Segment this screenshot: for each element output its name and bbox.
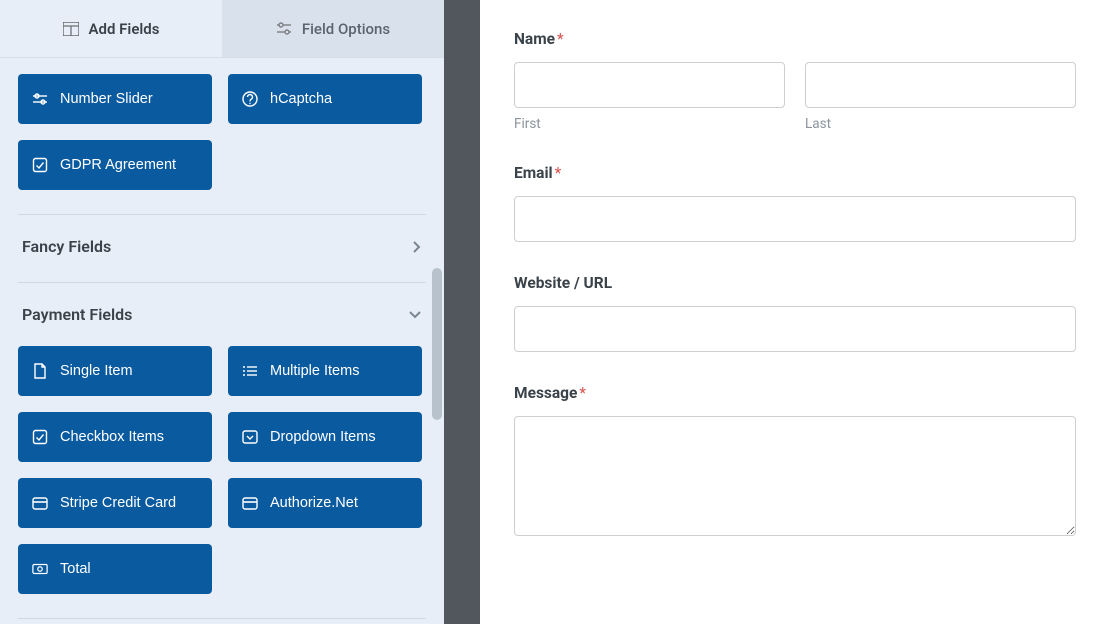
sidebar: Add Fields Field Options Number Slider hC… bbox=[0, 0, 444, 624]
payment-btn-stripe-credit-card[interactable]: Stripe Credit Card bbox=[18, 478, 212, 528]
field-name: Name* First Last bbox=[514, 30, 1076, 132]
input-message[interactable] bbox=[514, 416, 1076, 536]
field-label: hCaptcha bbox=[270, 91, 332, 107]
input-last-name[interactable] bbox=[805, 62, 1076, 108]
field-btn-gdpr-agreement[interactable]: GDPR Agreement bbox=[18, 140, 212, 190]
payment-btn-multiple-items[interactable]: Multiple Items bbox=[228, 346, 422, 396]
section-fancy-fields[interactable]: Fancy Fields bbox=[18, 215, 426, 278]
field-btn-number-slider[interactable]: Number Slider bbox=[18, 74, 212, 124]
sublabel-last: Last bbox=[805, 116, 1076, 132]
sliders-icon bbox=[276, 22, 292, 36]
payment-fields-grid: Single Item Multiple Items Checkbox Items D… bbox=[18, 346, 426, 594]
tab-field-options[interactable]: Field Options bbox=[222, 0, 444, 57]
chevron-down-icon bbox=[408, 310, 422, 320]
check-icon bbox=[32, 157, 48, 173]
grid-icon bbox=[63, 22, 79, 36]
scrollbar-thumb[interactable] bbox=[432, 268, 442, 420]
section-title: Fancy Fields bbox=[22, 237, 111, 256]
tab-add-fields[interactable]: Add Fields bbox=[0, 0, 222, 57]
tab-label: Add Fields bbox=[89, 20, 160, 38]
field-label: Checkbox Items bbox=[60, 429, 164, 445]
label-email: Email* bbox=[514, 164, 1076, 182]
field-message: Message* bbox=[514, 384, 1076, 540]
field-label: Stripe Credit Card bbox=[60, 495, 176, 511]
label-name: Name* bbox=[514, 30, 1076, 48]
required-marker: * bbox=[579, 384, 586, 402]
label-message: Message* bbox=[514, 384, 1076, 402]
sliders-icon bbox=[32, 91, 48, 107]
divider-strip bbox=[444, 0, 480, 624]
tab-label: Field Options bbox=[302, 20, 390, 38]
card-icon bbox=[242, 495, 258, 511]
payment-btn-total[interactable]: Total bbox=[18, 544, 212, 594]
sidebar-tabs: Add Fields Field Options bbox=[0, 0, 444, 58]
payment-btn-checkbox-items[interactable]: Checkbox Items bbox=[18, 412, 212, 462]
input-email[interactable] bbox=[514, 196, 1076, 242]
section-payment-fields[interactable]: Payment Fields bbox=[18, 283, 426, 346]
money-icon bbox=[32, 561, 48, 577]
required-marker: * bbox=[557, 30, 564, 48]
form-preview: Name* First Last Email* Website / URL Me… bbox=[480, 0, 1116, 624]
field-label: Total bbox=[60, 561, 91, 577]
label-website: Website / URL bbox=[514, 274, 1076, 292]
field-label: Authorize.Net bbox=[270, 495, 358, 511]
field-label: Dropdown Items bbox=[270, 429, 376, 445]
field-label: Single Item bbox=[60, 363, 133, 379]
card-icon bbox=[32, 495, 48, 511]
input-first-name[interactable] bbox=[514, 62, 785, 108]
field-label: Number Slider bbox=[60, 91, 153, 107]
chevron-right-icon bbox=[412, 240, 422, 254]
list-icon bbox=[242, 363, 258, 379]
field-email: Email* bbox=[514, 164, 1076, 242]
field-label: GDPR Agreement bbox=[60, 157, 176, 173]
divider bbox=[18, 618, 426, 619]
check-icon bbox=[32, 429, 48, 445]
payment-btn-authorize-net[interactable]: Authorize.Net bbox=[228, 478, 422, 528]
field-btn-hcaptcha[interactable]: hCaptcha bbox=[228, 74, 422, 124]
file-icon bbox=[32, 363, 48, 379]
field-website: Website / URL bbox=[514, 274, 1076, 352]
dropdown-icon bbox=[242, 429, 258, 445]
field-label: Multiple Items bbox=[270, 363, 359, 379]
payment-btn-dropdown-items[interactable]: Dropdown Items bbox=[228, 412, 422, 462]
sidebar-body: Number Slider hCaptcha GDPR Agreement Fanc… bbox=[0, 58, 444, 624]
required-marker: * bbox=[555, 164, 562, 182]
input-website[interactable] bbox=[514, 306, 1076, 352]
section-title: Payment Fields bbox=[22, 305, 132, 324]
top-fields-grid: Number Slider hCaptcha GDPR Agreement bbox=[18, 74, 426, 190]
sublabel-first: First bbox=[514, 116, 785, 132]
payment-btn-single-item[interactable]: Single Item bbox=[18, 346, 212, 396]
question-icon bbox=[242, 91, 258, 107]
